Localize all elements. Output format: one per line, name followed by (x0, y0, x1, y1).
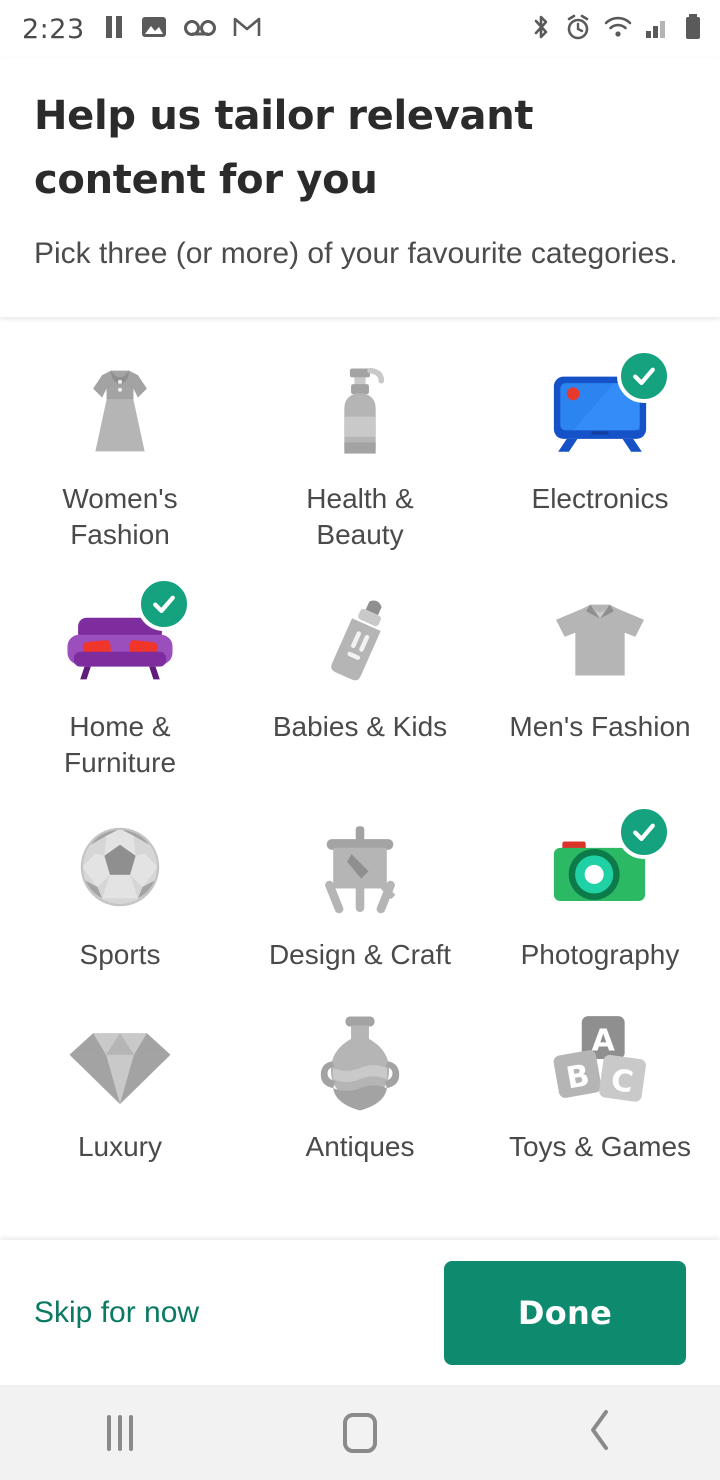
abc-blocks-icon: A B C (535, 1001, 665, 1117)
category-item-antiques[interactable]: Antiques (240, 991, 480, 1173)
category-item-toys-games[interactable]: A B C Toys & Games (480, 991, 720, 1173)
wifi-icon (604, 15, 632, 44)
android-navigation-bar (0, 1385, 720, 1480)
category-grid: Women's Fashion Health & Beauty Electron… (0, 343, 720, 1172)
status-bar-clock: 2:23 (22, 13, 85, 45)
skip-for-now-button[interactable]: Skip for now (34, 1286, 199, 1340)
category-label: Babies & Kids (272, 711, 448, 743)
pause-icon (103, 14, 125, 45)
home-button[interactable] (240, 1385, 480, 1480)
pump-bottle-icon (295, 353, 425, 469)
category-label: Sports (79, 938, 161, 970)
easel-icon (295, 809, 425, 925)
polo-shirt-icon (535, 581, 665, 697)
selected-check-icon (137, 577, 191, 632)
dress-icon (55, 353, 185, 469)
status-bar: 2:23 (0, 0, 720, 58)
home-icon (343, 1412, 377, 1453)
category-label: Photography (520, 938, 680, 970)
gmail-icon (233, 15, 261, 44)
category-item-electronics[interactable]: Electronics (480, 343, 720, 561)
voicemail-icon (183, 15, 217, 44)
bluetooth-icon (530, 13, 552, 46)
category-item-babies-kids[interactable]: Babies & Kids (240, 571, 480, 789)
category-label: Home & Furniture (63, 711, 177, 778)
category-label: Electronics (531, 483, 669, 515)
sofa-icon (55, 577, 191, 697)
category-label: Antiques (305, 1130, 415, 1162)
category-item-luxury[interactable]: Luxury (0, 991, 240, 1173)
image-icon (141, 14, 167, 45)
category-grid-container: Women's Fashion Health & Beauty Electron… (0, 317, 720, 1206)
category-item-health-beauty[interactable]: Health & Beauty (240, 343, 480, 561)
status-bar-notification-icons (103, 14, 261, 45)
selected-check-icon (617, 804, 671, 859)
soccer-ball-icon (55, 809, 185, 925)
svg-text:A: A (592, 1023, 616, 1058)
category-item-sports[interactable]: Sports (0, 799, 240, 981)
recents-icon (107, 1414, 133, 1451)
category-item-men-s-fashion[interactable]: Men's Fashion (480, 571, 720, 789)
signal-icon (645, 15, 671, 44)
camera-icon (535, 804, 671, 925)
done-button[interactable]: Done (444, 1260, 686, 1365)
vase-icon (295, 1001, 425, 1117)
back-button[interactable] (480, 1385, 720, 1480)
category-item-home-furniture[interactable]: Home & Furniture (0, 571, 240, 789)
alarm-icon (565, 13, 591, 46)
category-item-women-s-fashion[interactable]: Women's Fashion (0, 343, 240, 561)
back-icon (586, 1408, 614, 1457)
header-section: Help us tailor relevant content for you … (0, 58, 720, 318)
category-label: Men's Fashion (509, 711, 691, 743)
category-item-design-craft[interactable]: Design & Craft (240, 799, 480, 981)
category-label: Health & Beauty (306, 483, 414, 551)
battery-icon (684, 13, 702, 46)
page-subtitle: Pick three (or more) of your favourite c… (34, 237, 678, 270)
status-bar-system-icons (530, 13, 702, 46)
baby-bottle-icon (295, 581, 425, 697)
category-label: Toys & Games (508, 1130, 692, 1162)
television-icon (535, 349, 671, 469)
page-title: Help us tailor relevant content for you (34, 93, 534, 203)
selected-check-icon (617, 349, 671, 404)
diamond-icon (55, 1001, 185, 1117)
category-label: Luxury (77, 1130, 163, 1162)
category-label: Women's Fashion (62, 483, 178, 551)
footer-actions: Skip for now Done (0, 1240, 720, 1385)
category-label: Design & Craft (268, 938, 452, 970)
category-item-photography[interactable]: Photography (480, 799, 720, 981)
recents-button[interactable] (0, 1385, 240, 1480)
